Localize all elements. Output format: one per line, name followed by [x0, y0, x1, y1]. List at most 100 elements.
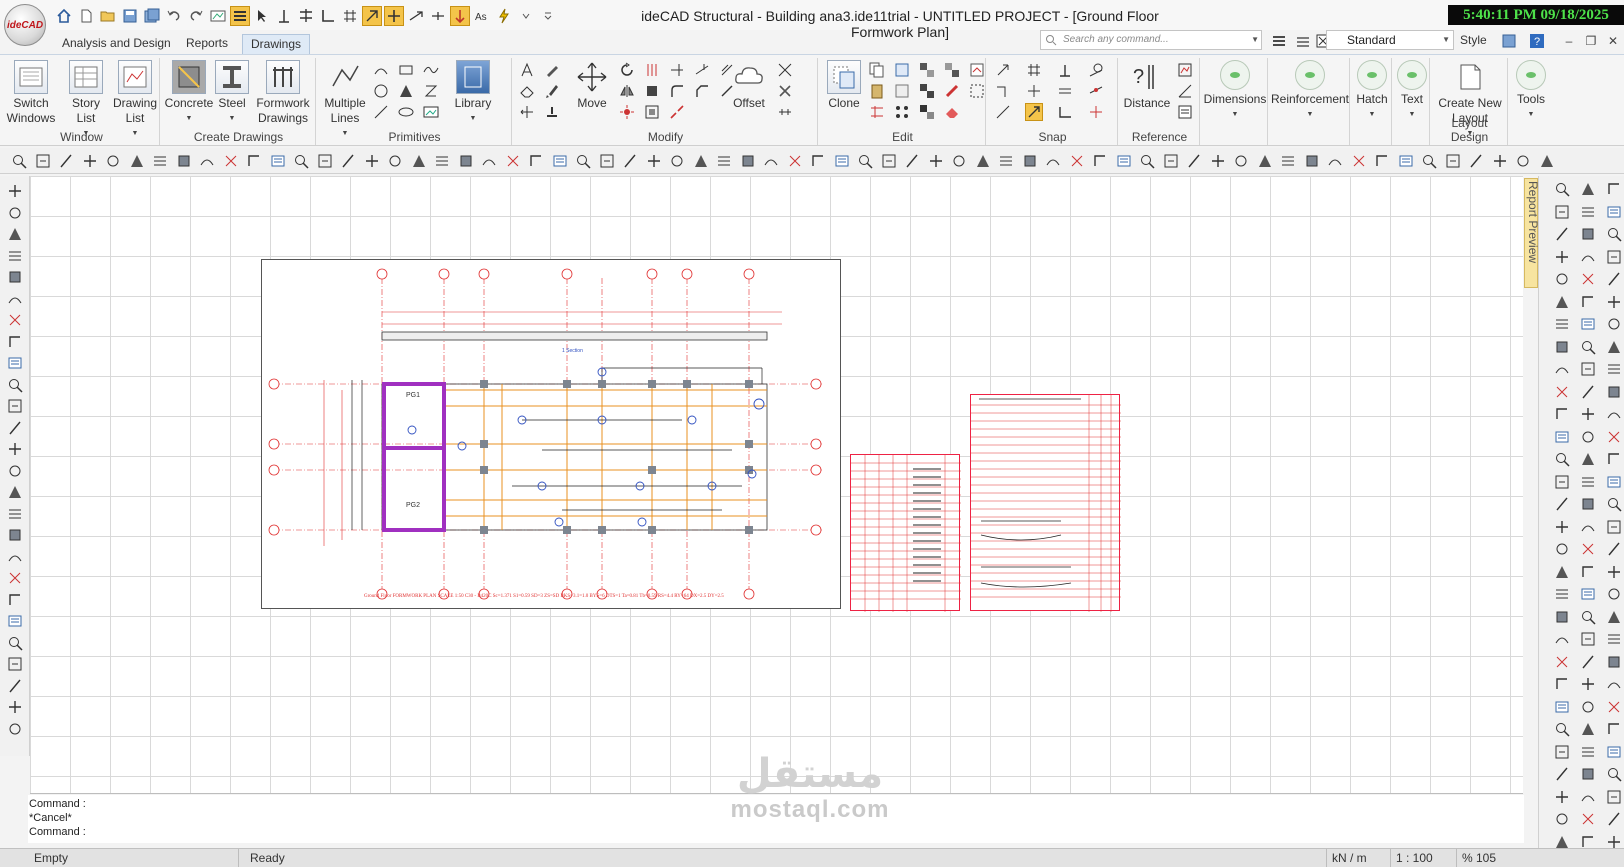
- table-icon[interactable]: [6, 612, 24, 630]
- column-icon[interactable]: [6, 526, 24, 544]
- column-icon[interactable]: [1605, 383, 1623, 401]
- zoom-icon[interactable]: [1579, 608, 1597, 626]
- grid-snap-icon[interactable]: [340, 6, 360, 26]
- mirror-icon[interactable]: [618, 82, 636, 100]
- tools-button[interactable]: Tools ▼: [1512, 60, 1550, 122]
- object-snap-icon[interactable]: [362, 6, 382, 26]
- scale-icon[interactable]: [643, 103, 661, 121]
- align-icon[interactable]: [296, 6, 316, 26]
- zoom-icon[interactable]: [10, 152, 28, 170]
- delete-icon[interactable]: [943, 82, 961, 100]
- line-icon[interactable]: [903, 152, 921, 170]
- circle-icon[interactable]: [1605, 585, 1623, 603]
- line-icon[interactable]: [1605, 810, 1623, 828]
- cross-icon[interactable]: [1579, 675, 1597, 693]
- column-icon[interactable]: [1553, 338, 1571, 356]
- library-button[interactable]: Library ▼: [448, 60, 498, 126]
- zoom-icon[interactable]: [292, 152, 310, 170]
- pointer-icon[interactable]: [252, 6, 272, 26]
- intersect-icon[interactable]: [776, 82, 794, 100]
- zoom-icon[interactable]: [1605, 765, 1623, 783]
- command-search-input[interactable]: Search any command... ▼: [1040, 30, 1262, 50]
- offset-button[interactable]: Offset: [728, 60, 770, 111]
- delete-x-icon[interactable]: [1350, 152, 1368, 170]
- delete-x-icon[interactable]: [1605, 428, 1623, 446]
- list-icon[interactable]: [1279, 152, 1297, 170]
- paste-special-icon[interactable]: [893, 82, 911, 100]
- ellipse-icon[interactable]: [397, 103, 415, 121]
- circle-icon[interactable]: [6, 204, 24, 222]
- explode-icon[interactable]: [618, 103, 636, 121]
- distribute-icon[interactable]: [776, 103, 794, 121]
- extend-icon[interactable]: [693, 61, 711, 79]
- column-icon[interactable]: [1605, 653, 1623, 671]
- arc-icon[interactable]: [1605, 675, 1623, 693]
- circle-icon[interactable]: [1605, 315, 1623, 333]
- frame-icon[interactable]: [1553, 473, 1571, 491]
- table-icon[interactable]: [1605, 743, 1623, 761]
- delete-x-icon[interactable]: [6, 569, 24, 587]
- arc-icon[interactable]: [1553, 630, 1571, 648]
- switch-windows-button[interactable]: Switch Windows: [7, 60, 55, 126]
- tab-drawings[interactable]: Drawings: [242, 34, 311, 54]
- frame-icon[interactable]: [1444, 152, 1462, 170]
- delete-x-icon[interactable]: [222, 152, 240, 170]
- formwork-drawings-button[interactable]: Formwork Drawings: [252, 60, 314, 126]
- table-icon[interactable]: [1553, 698, 1571, 716]
- corner-icon[interactable]: [1605, 450, 1623, 468]
- list-icon[interactable]: [6, 247, 24, 265]
- undo-icon[interactable]: [164, 6, 184, 26]
- cross-icon[interactable]: [927, 152, 945, 170]
- corner-icon[interactable]: [1579, 293, 1597, 311]
- triangle-icon[interactable]: [1605, 338, 1623, 356]
- circle-icon[interactable]: [104, 152, 122, 170]
- style-menu[interactable]: Style: [1460, 33, 1487, 47]
- column-icon[interactable]: [6, 268, 24, 286]
- rebar-schedule-table-large[interactable]: [970, 394, 1121, 612]
- circle-icon[interactable]: [950, 152, 968, 170]
- move-button[interactable]: Move: [572, 60, 612, 111]
- points-icon[interactable]: [893, 103, 911, 121]
- column-icon[interactable]: [739, 152, 757, 170]
- steel-button[interactable]: Steel ▼: [214, 60, 250, 126]
- image-icon[interactable]: [422, 103, 440, 121]
- zoom-icon[interactable]: [1579, 338, 1597, 356]
- frame-icon[interactable]: [34, 152, 52, 170]
- frame-icon[interactable]: [1605, 788, 1623, 806]
- snap-perp-icon[interactable]: [1056, 61, 1074, 79]
- rectangle-icon[interactable]: [397, 61, 415, 79]
- arc-icon[interactable]: [1579, 788, 1597, 806]
- list-icon[interactable]: [1579, 743, 1597, 761]
- circle-icon[interactable]: [386, 152, 404, 170]
- cross-icon[interactable]: [1553, 518, 1571, 536]
- triangle-icon[interactable]: [692, 152, 710, 170]
- zoom-icon[interactable]: [856, 152, 874, 170]
- delete-x-icon[interactable]: [1579, 270, 1597, 288]
- arc-icon[interactable]: [762, 152, 780, 170]
- zoom-icon[interactable]: [574, 152, 592, 170]
- arc-icon[interactable]: [372, 61, 390, 79]
- list-icon[interactable]: [1605, 360, 1623, 378]
- arc-icon[interactable]: [1326, 152, 1344, 170]
- snap-parallel-icon[interactable]: [1056, 82, 1074, 100]
- command-line-area[interactable]: Command : *Cancel* Command :: [28, 795, 1524, 843]
- eraser-icon[interactable]: [518, 82, 536, 100]
- match-icon[interactable]: [918, 82, 936, 100]
- snap-center-icon[interactable]: [994, 82, 1012, 100]
- line-icon[interactable]: [1579, 383, 1597, 401]
- cross-icon[interactable]: [6, 182, 24, 200]
- line-icon[interactable]: [1605, 540, 1623, 558]
- layers-icon[interactable]: [230, 6, 250, 26]
- zoom-icon[interactable]: [1605, 225, 1623, 243]
- hatch-button[interactable]: Hatch ▼: [1354, 60, 1390, 122]
- distance-button[interactable]: ? Distance: [1122, 60, 1172, 111]
- layer-copy-icon[interactable]: [968, 61, 986, 79]
- align-columns-icon[interactable]: [643, 82, 661, 100]
- triangle-icon[interactable]: [1605, 608, 1623, 626]
- snap-grid-icon[interactable]: [1025, 61, 1043, 79]
- circle-icon[interactable]: [372, 82, 390, 100]
- snap-angle-icon[interactable]: [1056, 103, 1074, 121]
- frame-icon[interactable]: [316, 152, 334, 170]
- cross-icon[interactable]: [1605, 563, 1623, 581]
- line-icon[interactable]: [57, 152, 75, 170]
